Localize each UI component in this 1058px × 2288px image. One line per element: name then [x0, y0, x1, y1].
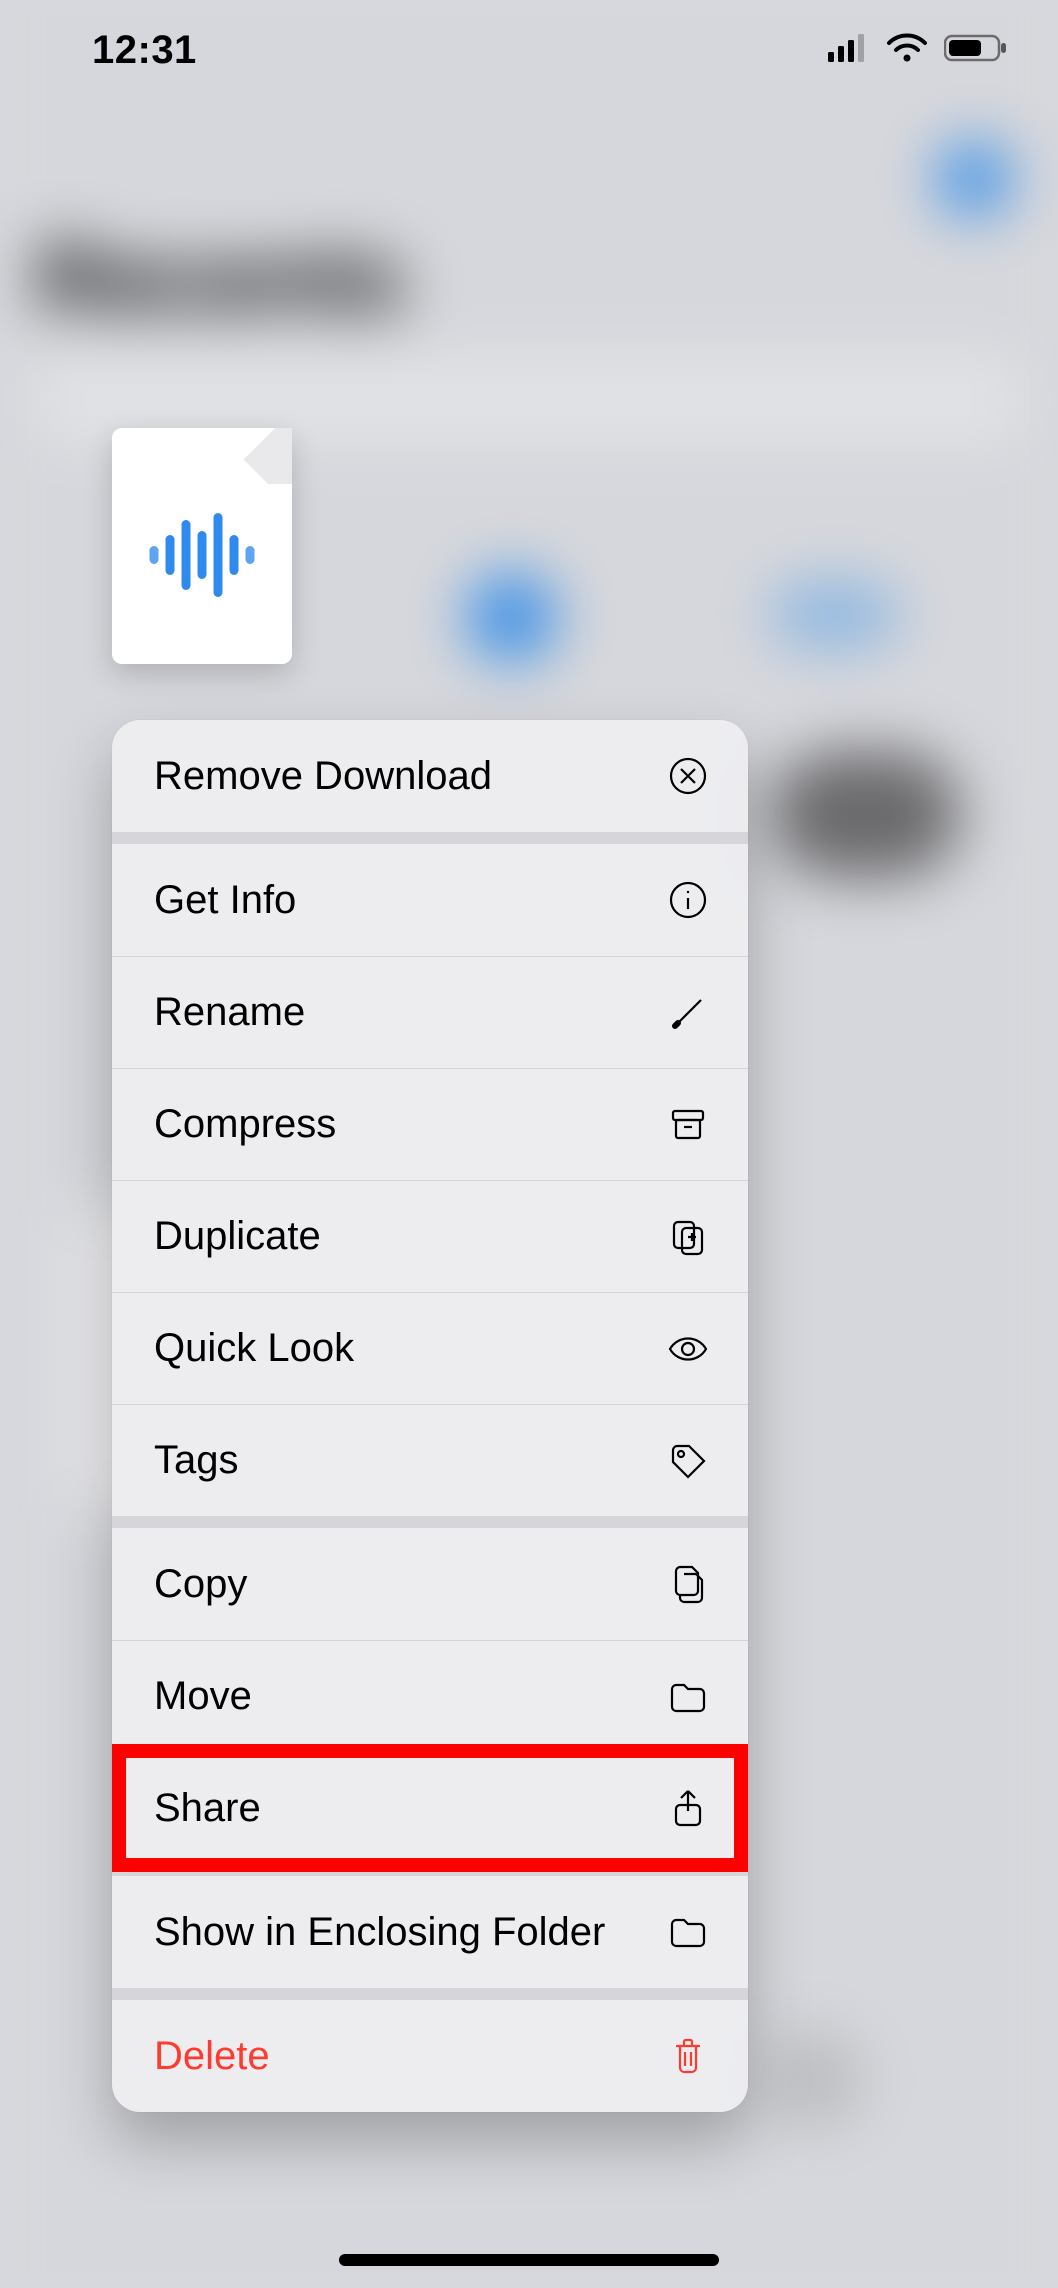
menu-section: Show in Enclosing Folder — [112, 1864, 748, 1988]
doc-on-doc-icon — [666, 1562, 710, 1606]
menu-item-label: Delete — [154, 2034, 270, 2079]
menu-item-label: Get Info — [154, 878, 296, 923]
archive-icon — [666, 1103, 710, 1147]
menu-item-label: Quick Look — [154, 1326, 354, 1371]
pencil-icon — [666, 991, 710, 1035]
menu-section: Copy Move Share — [112, 1516, 748, 1864]
status-time: 12:31 — [92, 28, 197, 73]
tag-icon — [666, 1439, 710, 1483]
status-indicators — [828, 33, 1008, 68]
status-bar: 12:31 — [0, 0, 1058, 100]
info-icon — [666, 878, 710, 922]
menu-item-label: Share — [154, 1786, 261, 1831]
context-menu: Remove Download Get Info Rename Compress Dup… — [112, 720, 748, 2112]
bg-shape — [766, 2032, 861, 2127]
menu-item-label: Move — [154, 1674, 252, 1719]
menu-item-copy[interactable]: Copy — [112, 1528, 748, 1640]
page-title-blurred: Recents — [37, 226, 405, 334]
file-thumbnail[interactable] — [112, 428, 292, 664]
menu-item-share[interactable]: Share — [112, 1752, 748, 1864]
cellular-icon — [828, 34, 870, 67]
menu-item-get-info[interactable]: Get Info — [112, 844, 748, 956]
folder-icon — [666, 1675, 710, 1719]
page-fold-icon — [236, 428, 292, 484]
menu-item-duplicate[interactable]: Duplicate — [112, 1180, 748, 1292]
menu-item-delete[interactable]: Delete — [112, 2000, 748, 2112]
menu-section: Get Info Rename Compress Duplicate Quick Loo… — [112, 832, 748, 1516]
duplicate-icon — [666, 1215, 710, 1259]
folder-icon — [666, 1910, 710, 1954]
menu-item-move[interactable]: Move — [112, 1640, 748, 1752]
circle-x-icon — [666, 754, 710, 798]
bg-shape — [937, 142, 1010, 216]
menu-item-compress[interactable]: Compress — [112, 1068, 748, 1180]
audio-waveform-icon — [150, 513, 255, 597]
menu-item-label: Duplicate — [154, 1214, 321, 1259]
menu-item-quick-look[interactable]: Quick Look — [112, 1292, 748, 1404]
menu-item-label: Rename — [154, 990, 305, 1035]
battery-icon — [944, 33, 1008, 68]
eye-icon — [666, 1327, 710, 1371]
bg-shape — [772, 583, 898, 646]
home-indicator[interactable] — [339, 2254, 719, 2266]
share-icon — [666, 1787, 710, 1831]
menu-item-remove-download[interactable]: Remove Download — [112, 720, 748, 832]
menu-item-label: Compress — [154, 1102, 336, 1147]
menu-item-label: Tags — [154, 1438, 239, 1483]
menu-item-label: Copy — [154, 1562, 247, 1607]
bg-shape — [772, 751, 961, 877]
menu-item-label: Show in Enclosing Folder — [154, 1910, 605, 1955]
trash-icon — [666, 2034, 710, 2078]
bg-shape — [467, 573, 556, 662]
menu-item-show-enclosing[interactable]: Show in Enclosing Folder — [112, 1876, 748, 1988]
wifi-icon — [886, 33, 928, 68]
menu-section: Remove Download — [112, 720, 748, 832]
menu-item-rename[interactable]: Rename — [112, 956, 748, 1068]
menu-item-label: Remove Download — [154, 754, 492, 799]
menu-item-tags[interactable]: Tags — [112, 1404, 748, 1516]
menu-section: Delete — [112, 1988, 748, 2112]
